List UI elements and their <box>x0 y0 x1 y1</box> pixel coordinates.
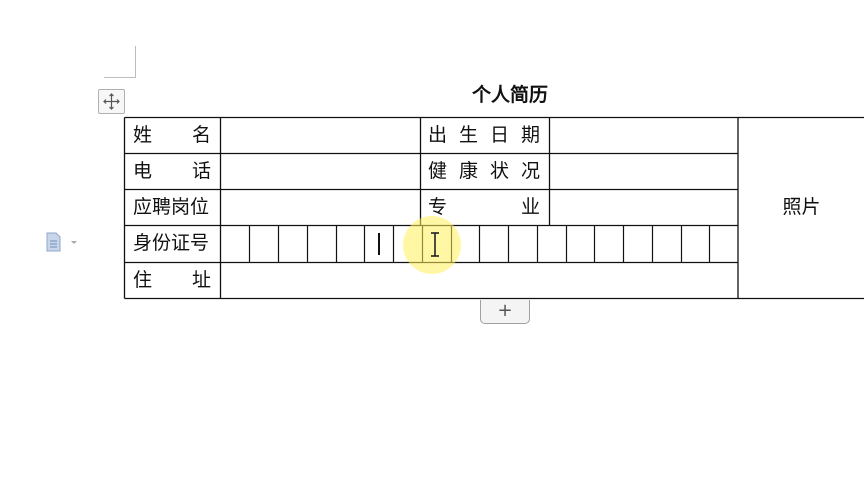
id-digit-cell[interactable] <box>337 227 364 262</box>
phone-input[interactable] <box>222 154 419 188</box>
name-input[interactable] <box>222 118 419 152</box>
health-label-char: 状 <box>489 160 509 182</box>
phone-label: 电 话 <box>133 154 211 188</box>
phone-label-char: 话 <box>191 160 211 182</box>
id-digit-cell[interactable] <box>250 227 277 262</box>
text-caret <box>378 233 380 255</box>
id-digit-cell[interactable] <box>567 227 594 262</box>
id-digit-cell[interactable] <box>480 227 507 262</box>
major-input[interactable] <box>551 190 737 224</box>
health-label-char: 康 <box>458 160 478 182</box>
id-digit-cell[interactable] <box>279 227 306 262</box>
id-digit-cell[interactable] <box>538 227 565 262</box>
birth-date-label-char: 生 <box>458 124 478 146</box>
address-label-char: 住 <box>133 269 153 291</box>
id-digit-cell[interactable] <box>509 227 536 262</box>
major-label-char: 业 <box>520 196 540 218</box>
birth-date-label-char: 出 <box>428 124 448 146</box>
birth-date-label: 出 生 日 期 <box>428 118 540 152</box>
id-digit-cell[interactable] <box>710 227 737 262</box>
add-row-button[interactable]: + <box>480 300 530 324</box>
health-label: 健 康 状 况 <box>428 154 540 188</box>
birth-date-label-char: 期 <box>520 124 540 146</box>
birth-date-label-char: 日 <box>489 124 509 146</box>
id-digit-cell[interactable] <box>653 227 680 262</box>
id-number-label: 身份证号 <box>133 232 210 254</box>
id-digit-cell[interactable] <box>595 227 622 262</box>
health-label-char: 况 <box>520 160 540 182</box>
id-digit-cell[interactable] <box>682 227 709 262</box>
i-beam-cursor-icon <box>431 232 439 257</box>
position-input[interactable] <box>222 190 419 224</box>
health-input[interactable] <box>551 154 737 188</box>
position-label: 应聘岗位 <box>133 196 210 218</box>
name-label-char: 名 <box>191 124 211 146</box>
id-digit-cell[interactable] <box>222 227 249 262</box>
photo-cell[interactable] <box>739 118 864 298</box>
name-label-char: 姓 <box>133 124 153 146</box>
health-label-char: 健 <box>428 160 448 182</box>
name-label: 姓 名 <box>133 118 211 152</box>
id-digit-cell[interactable] <box>624 227 651 262</box>
id-digit-cell[interactable] <box>308 227 335 262</box>
address-label: 住 址 <box>133 263 211 297</box>
birth-date-input[interactable] <box>551 118 737 152</box>
address-input[interactable] <box>222 263 737 297</box>
phone-label-char: 电 <box>133 160 153 182</box>
address-label-char: 址 <box>191 269 211 291</box>
